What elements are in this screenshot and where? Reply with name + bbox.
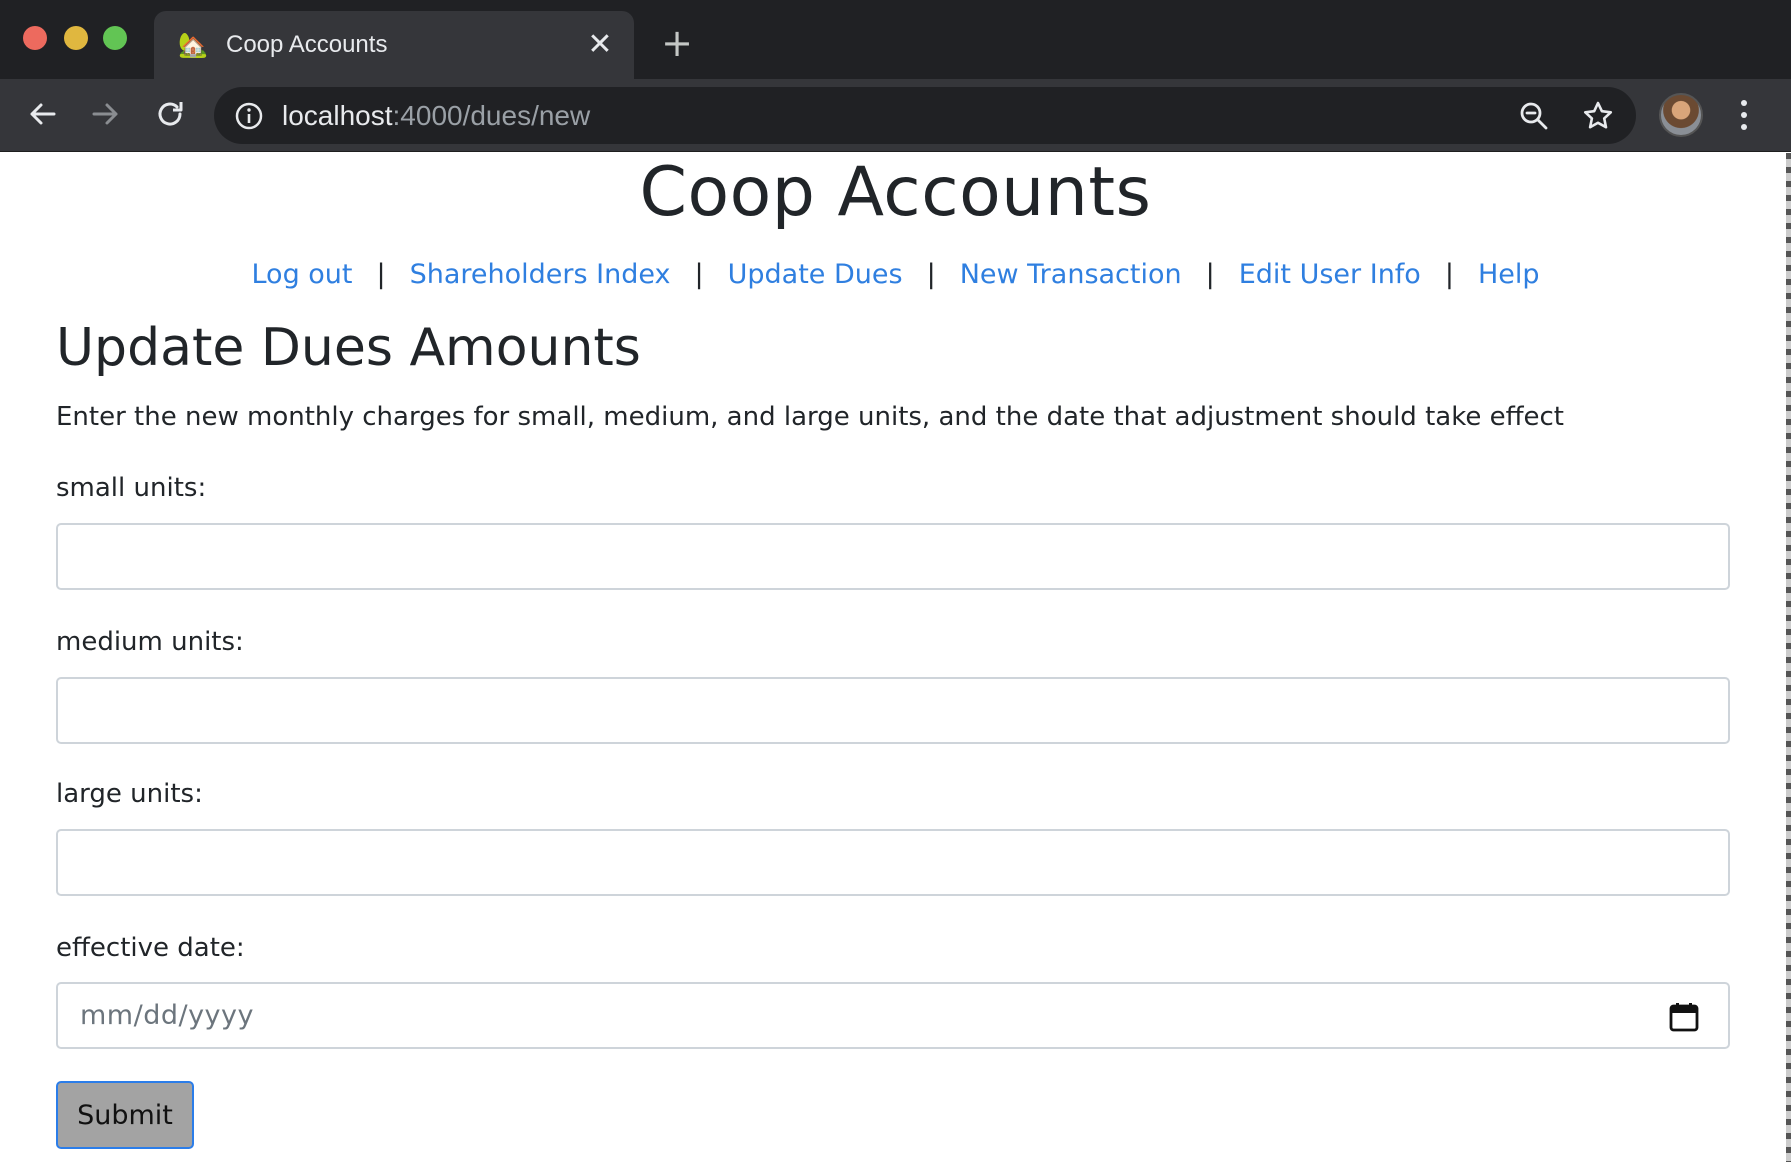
browser-tab[interactable]: 🏡 Coop Accounts ✕ bbox=[154, 11, 634, 79]
large-units-input[interactable] bbox=[56, 829, 1730, 896]
nav-separator: | bbox=[376, 259, 386, 290]
form-instructions: Enter the new monthly charges for small,… bbox=[56, 402, 1564, 432]
nav-link-shareholders-index[interactable]: Shareholders Index bbox=[410, 259, 671, 290]
submit-button[interactable]: Submit bbox=[56, 1081, 194, 1149]
nav-link-log-out[interactable]: Log out bbox=[251, 259, 352, 290]
window-close-button[interactable] bbox=[23, 26, 47, 50]
nav-separator: | bbox=[926, 259, 936, 290]
large-units-label: large units: bbox=[56, 779, 203, 809]
avatar[interactable] bbox=[1659, 93, 1703, 137]
back-arrow-icon[interactable] bbox=[22, 94, 62, 134]
address-bar[interactable]: localhost:4000/dues/new bbox=[214, 87, 1636, 144]
url-path: :4000/dues/new bbox=[392, 100, 591, 131]
window-zoom-button[interactable] bbox=[103, 26, 127, 50]
tab-close-icon[interactable]: ✕ bbox=[584, 29, 616, 61]
url-host: localhost bbox=[282, 100, 393, 131]
zoom-out-icon[interactable] bbox=[1518, 100, 1550, 132]
window-edge bbox=[1786, 153, 1791, 1162]
nav-link-new-transaction[interactable]: New Transaction bbox=[960, 259, 1182, 290]
nav-separator: | bbox=[1444, 259, 1454, 290]
star-icon[interactable] bbox=[1582, 100, 1614, 132]
nav-link-help[interactable]: Help bbox=[1478, 259, 1540, 290]
nav-separator: | bbox=[694, 259, 704, 290]
page-title: Update Dues Amounts bbox=[56, 318, 641, 378]
medium-units-label: medium units: bbox=[56, 627, 244, 657]
nav-link-update-dues[interactable]: Update Dues bbox=[728, 259, 903, 290]
reload-icon[interactable] bbox=[150, 94, 190, 134]
site-nav: Log out | Shareholders Index | Update Dues | N… bbox=[0, 253, 1791, 297]
window-minimize-button[interactable] bbox=[64, 26, 88, 50]
menu-dots-icon[interactable] bbox=[1730, 93, 1758, 137]
house-favicon-icon: 🏡 bbox=[178, 31, 208, 59]
calendar-icon[interactable] bbox=[1668, 1001, 1700, 1033]
nav-link-edit-user-info[interactable]: Edit User Info bbox=[1239, 259, 1421, 290]
date-placeholder: mm/dd/yyyy bbox=[80, 1000, 254, 1031]
new-tab-icon[interactable]: + bbox=[660, 24, 694, 62]
site-title: Coop Accounts bbox=[639, 153, 1152, 232]
effective-date-label: effective date: bbox=[56, 933, 245, 963]
url-text: localhost:4000/dues/new bbox=[282, 98, 590, 134]
page-content: Coop Accounts Log out | Shareholders Index… bbox=[0, 153, 1791, 1162]
medium-units-input[interactable] bbox=[56, 677, 1730, 744]
forward-arrow-icon[interactable] bbox=[86, 94, 126, 134]
effective-date-input[interactable]: mm/dd/yyyy bbox=[56, 982, 1730, 1049]
nav-separator: | bbox=[1205, 259, 1215, 290]
browser-titlebar: 🏡 Coop Accounts ✕ + bbox=[0, 0, 1791, 79]
tab-title: Coop Accounts bbox=[226, 31, 388, 58]
browser-toolbar: localhost:4000/dues/new bbox=[0, 79, 1791, 152]
small-units-label: small units: bbox=[56, 473, 207, 503]
info-icon[interactable] bbox=[234, 101, 264, 131]
small-units-input[interactable] bbox=[56, 523, 1730, 590]
